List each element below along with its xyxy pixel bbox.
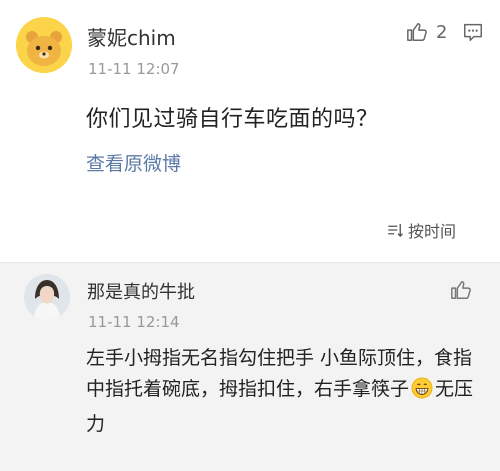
person-avatar-icon — [24, 274, 70, 320]
comment-icon — [464, 23, 482, 41]
comment-like-button[interactable] — [450, 279, 472, 305]
thumbs-up-icon — [407, 23, 427, 41]
comment-username[interactable]: 那是真的牛批 — [87, 278, 195, 304]
commenter-avatar[interactable] — [24, 274, 70, 320]
comment-text: 左手小拇指无名指勾住把手 小鱼际顶住，食指中指托着碗底，拇指扣住，右手拿筷子 无… — [86, 343, 482, 440]
post-timestamp: 11-11 12:07 — [88, 60, 180, 78]
post-text: 你们见过骑自行车吃面的吗？ — [86, 107, 379, 132]
grin-emoji-icon — [411, 377, 433, 409]
post-username[interactable]: 蒙妮chim — [87, 22, 176, 51]
post-like-count: 2 — [436, 21, 448, 43]
comment-button[interactable] — [462, 21, 484, 47]
thumbs-up-icon — [451, 281, 471, 299]
avatar[interactable] — [16, 17, 72, 73]
post-card: 蒙妮chim 11-11 12:07 2 你们见过骑自行车吃面的吗？ 查看原微博… — [0, 0, 500, 262]
post-like-button[interactable]: 2 — [406, 20, 447, 44]
view-original-link[interactable]: 查看原微博 — [86, 149, 181, 176]
comment-timestamp: 11-11 12:14 — [88, 313, 180, 331]
sort-by-time-button[interactable]: 按时间 — [386, 218, 456, 242]
sort-label: 按时间 — [408, 222, 457, 241]
comment-item: 那是真的牛批 11-11 12:14 左手小拇指无名指勾住把手 小鱼际顶住，食指… — [0, 263, 500, 471]
sort-icon — [388, 224, 403, 237]
bear-avatar-icon — [16, 17, 72, 73]
